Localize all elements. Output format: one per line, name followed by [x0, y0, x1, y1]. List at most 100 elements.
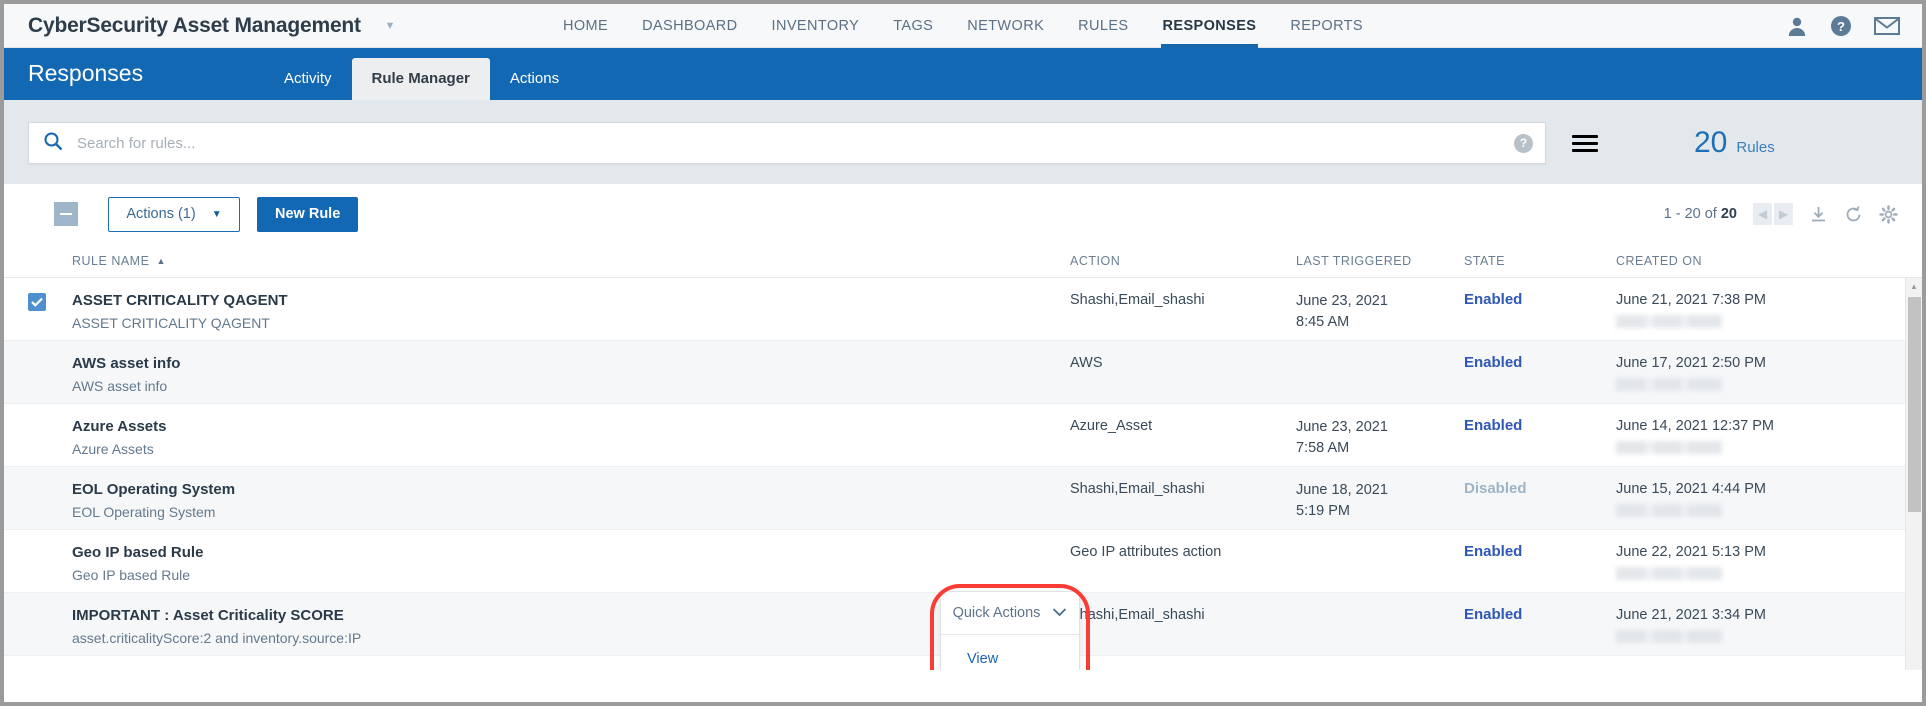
table-header-row: RULE NAME ▲ ACTION LAST TRIGGERED STATE C… — [4, 244, 1922, 278]
page-tabs: Activity Rule Manager Actions — [264, 48, 579, 100]
table-row[interactable]: EOL Operating System EOL Operating System… — [4, 467, 1922, 530]
rule-created-on: June 21, 2021 7:38 PM — [1616, 292, 1766, 308]
quick-actions-header[interactable]: Quick Actions — [941, 592, 1079, 635]
tab-rule-manager[interactable]: Rule Manager — [351, 58, 490, 100]
row-select-cell — [28, 480, 72, 498]
rule-created-on: June 22, 2021 5:13 PM — [1616, 544, 1766, 560]
next-page-button[interactable]: ▶ — [1774, 203, 1793, 225]
rule-name-cell: AWS asset info AWS asset info — [72, 354, 1070, 395]
nav-link-dashboard[interactable]: DASHBOARD — [642, 4, 737, 48]
gear-icon[interactable] — [1879, 204, 1898, 224]
nav-link-reports[interactable]: REPORTS — [1290, 4, 1363, 48]
status-badge: Disabled — [1464, 480, 1527, 497]
search-help-icon[interactable]: ? — [1514, 133, 1533, 153]
row-checkbox[interactable] — [28, 480, 46, 498]
select-all-toggle[interactable] — [54, 202, 78, 226]
rule-description: EOL Operating System — [72, 504, 216, 520]
rule-last-triggered: June 23, 2021 8:45 AM — [1296, 291, 1464, 333]
rule-created-on-cell: June 17, 2021 2:50 PM — [1616, 354, 1896, 391]
row-select-cell — [28, 354, 72, 372]
rule-action: AWS — [1070, 355, 1103, 371]
filter-menu-icon[interactable] — [1572, 131, 1598, 156]
row-checkbox[interactable] — [28, 543, 46, 561]
rule-name-cell: Azure Assets Azure Assets — [72, 417, 1070, 458]
status-badge: Enabled — [1464, 417, 1523, 434]
status-badge: Enabled — [1464, 543, 1523, 560]
table-row[interactable]: ASSET CRITICALITY QAGENT ASSET CRITICALIT… — [4, 278, 1922, 341]
search-icon — [43, 131, 63, 156]
rule-action: Shashi,Email_shashi — [1070, 481, 1205, 497]
rule-name-cell: EOL Operating System EOL Operating System — [72, 480, 1070, 521]
rule-name[interactable]: Geo IP based Rule — [72, 543, 1070, 562]
row-select-cell — [28, 417, 72, 435]
rule-created-on: June 14, 2021 12:37 PM — [1616, 418, 1775, 434]
top-navigation-bar: CyberSecurity Asset Management ▼ HOME DAS… — [4, 4, 1922, 48]
row-checkbox[interactable] — [28, 293, 46, 311]
download-icon[interactable] — [1809, 205, 1828, 224]
quick-actions-header-label: Quick Actions — [952, 605, 1041, 621]
search-input[interactable] — [63, 134, 1514, 152]
new-rule-button[interactable]: New Rule — [257, 196, 359, 232]
nav-link-inventory[interactable]: INVENTORY — [772, 4, 860, 48]
th-rule-name[interactable]: RULE NAME ▲ — [72, 254, 1070, 268]
status-badge: Enabled — [1464, 291, 1523, 308]
table-toolbar: Actions (1) ▼ New Rule 1 - 20 of 20 ◀ ▶ — [4, 184, 1922, 244]
rule-name[interactable]: AWS asset info — [72, 354, 1070, 373]
last-triggered-time: 5:19 PM — [1296, 503, 1350, 519]
row-select-cell — [28, 291, 72, 311]
th-created-on[interactable]: CREATED ON — [1616, 254, 1896, 268]
row-checkbox[interactable] — [28, 354, 46, 372]
row-select-cell — [28, 543, 72, 561]
tab-actions[interactable]: Actions — [490, 58, 579, 100]
nav-link-rules[interactable]: RULES — [1078, 4, 1128, 48]
rule-created-on: June 17, 2021 2:50 PM — [1616, 355, 1766, 371]
help-icon[interactable]: ? — [1830, 15, 1852, 37]
pagination-arrows: ◀ ▶ — [1753, 203, 1793, 225]
quick-actions-list: ViewEditEnableDisableSave AsDeleteShow A… — [941, 635, 1079, 670]
mail-icon[interactable] — [1874, 16, 1900, 36]
last-triggered-time: 8:45 AM — [1296, 314, 1350, 330]
rule-last-triggered: June 18, 2021 5:19 PM — [1296, 480, 1464, 522]
th-state[interactable]: STATE — [1464, 254, 1616, 268]
th-action[interactable]: ACTION — [1070, 254, 1296, 268]
user-icon[interactable] — [1786, 15, 1808, 37]
nav-link-network[interactable]: NETWORK — [967, 4, 1044, 48]
quick-action-view[interactable]: View — [941, 644, 1079, 670]
rule-created-on: June 15, 2021 4:44 PM — [1616, 481, 1766, 497]
nav-link-home[interactable]: HOME — [563, 4, 608, 48]
prev-page-button[interactable]: ◀ — [1753, 203, 1772, 225]
scrollbar-thumb[interactable] — [1908, 297, 1921, 512]
last-triggered-time: 7:58 AM — [1296, 440, 1350, 456]
redacted-author — [1616, 441, 1722, 454]
redacted-author — [1616, 567, 1722, 580]
rule-name[interactable]: IMPORTANT : Asset Criticality SCORE — [72, 606, 1070, 625]
rule-created-on-cell: June 22, 2021 5:13 PM — [1616, 543, 1896, 580]
th-last-triggered[interactable]: LAST TRIGGERED — [1296, 254, 1464, 268]
table-row[interactable]: AWS asset info AWS asset info AWS Enabled Ju… — [4, 341, 1922, 404]
row-checkbox[interactable] — [28, 417, 46, 435]
last-triggered-date: June 23, 2021 — [1296, 293, 1388, 309]
brand-chevron-down-icon[interactable]: ▼ — [384, 20, 395, 32]
rule-description: ASSET CRITICALITY QAGENT — [72, 315, 270, 331]
refresh-icon[interactable] — [1844, 205, 1863, 224]
rule-name[interactable]: ASSET CRITICALITY QAGENT — [72, 291, 1070, 310]
table-row[interactable]: Geo IP based Rule Geo IP based Rule Geo IP… — [4, 530, 1922, 593]
rule-name[interactable]: Azure Assets — [72, 417, 1070, 436]
scroll-up-icon[interactable]: ▲ — [1906, 278, 1922, 295]
rule-name[interactable]: EOL Operating System — [72, 480, 1070, 499]
rule-action: Shashi,Email_shashi — [1070, 292, 1205, 308]
tab-activity[interactable]: Activity — [264, 58, 352, 100]
rules-count: 20 Rules — [1694, 126, 1775, 160]
row-checkbox[interactable] — [28, 606, 46, 624]
page-header-bar: Responses Activity Rule Manager Actions — [4, 48, 1922, 100]
last-triggered-date: June 23, 2021 — [1296, 419, 1388, 435]
rule-last-triggered: June 23, 2021 7:58 AM — [1296, 417, 1464, 459]
nav-link-tags[interactable]: TAGS — [893, 4, 933, 48]
search-box[interactable]: ? — [28, 122, 1546, 164]
actions-dropdown-button[interactable]: Actions (1) ▼ — [108, 196, 240, 232]
app-window: CyberSecurity Asset Management ▼ HOME DAS… — [0, 0, 1926, 706]
nav-link-responses[interactable]: RESPONSES — [1160, 4, 1259, 48]
table-row[interactable]: Azure Assets Azure Assets Azure_Asset June … — [4, 404, 1922, 467]
rule-description: AWS asset info — [72, 378, 168, 394]
vertical-scrollbar[interactable]: ▲ — [1905, 278, 1922, 670]
